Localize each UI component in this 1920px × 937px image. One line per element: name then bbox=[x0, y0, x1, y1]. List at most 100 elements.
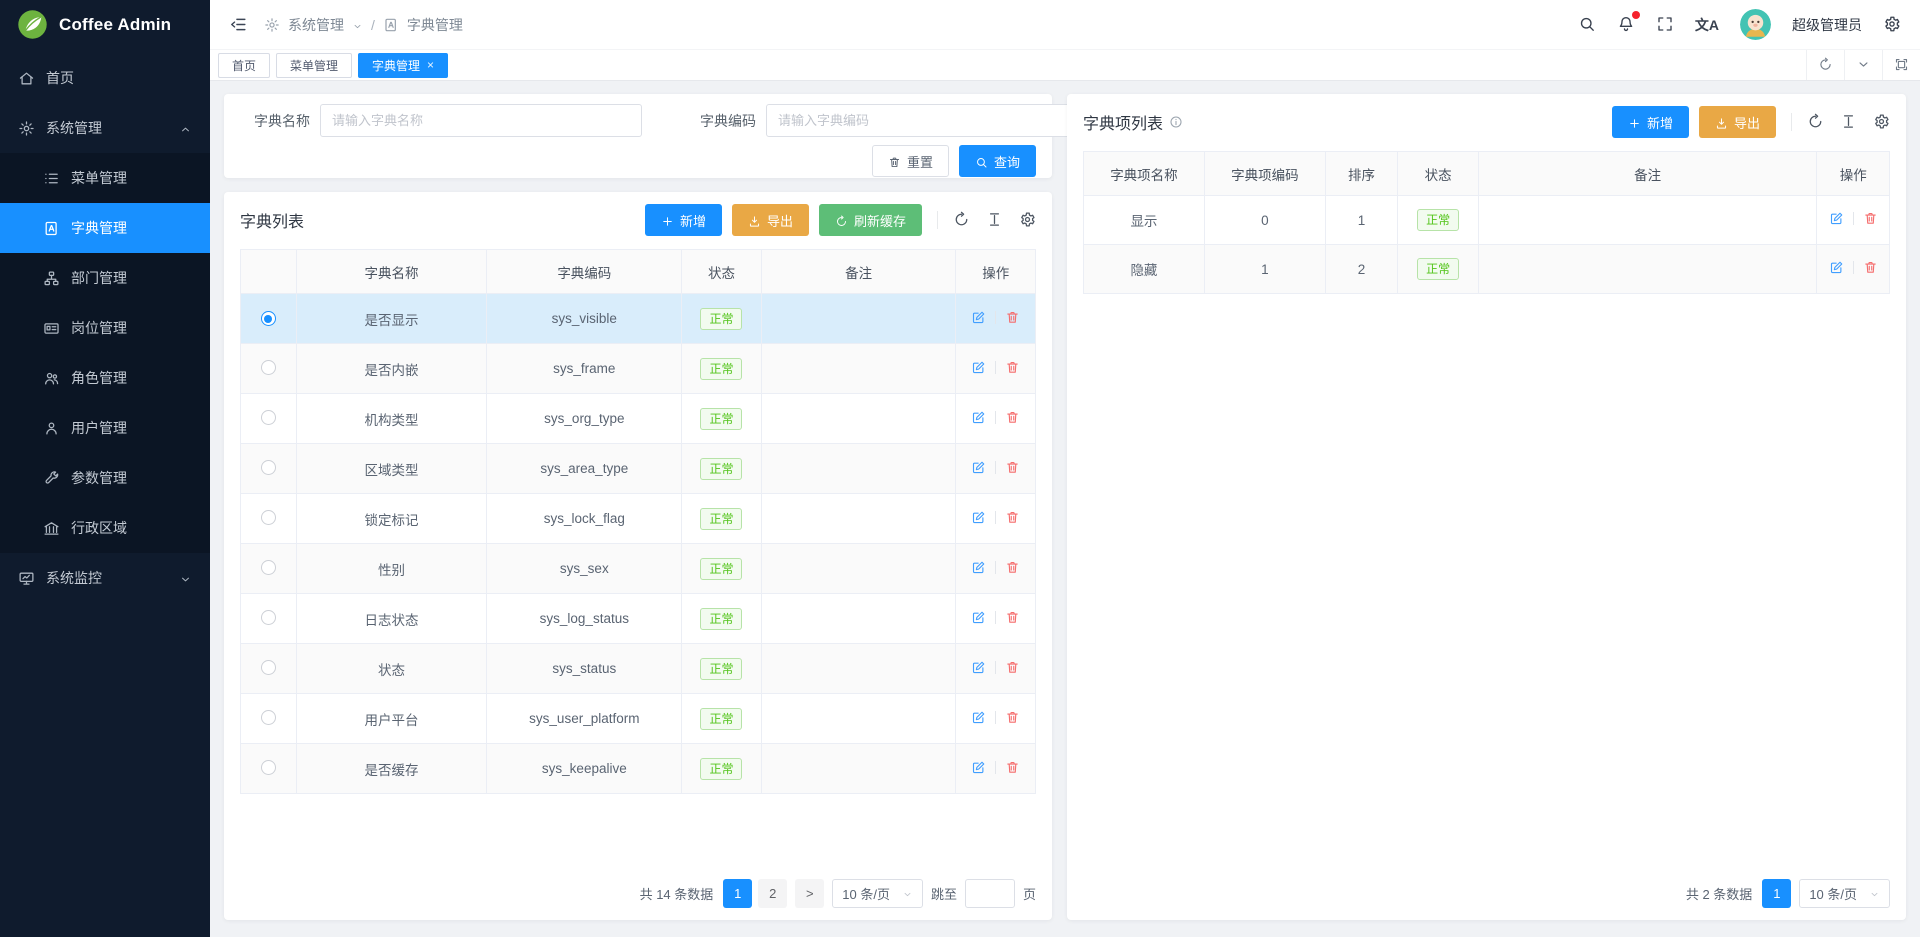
sidebar-subitem-1-5[interactable]: 用户管理 bbox=[0, 403, 210, 453]
edit-icon[interactable] bbox=[971, 460, 986, 475]
refresh-icon[interactable] bbox=[1806, 50, 1844, 80]
export-item-button[interactable]: 导出 bbox=[1699, 106, 1776, 138]
export-button[interactable]: 导出 bbox=[732, 204, 809, 236]
trash-icon[interactable] bbox=[1005, 310, 1020, 325]
page-button-1[interactable]: 1 bbox=[723, 879, 752, 908]
settings-icon[interactable] bbox=[1883, 15, 1901, 33]
tab-dict-manage[interactable]: 字典管理 × bbox=[358, 53, 448, 78]
trash-icon[interactable] bbox=[1005, 460, 1020, 475]
next-page-button[interactable]: > bbox=[795, 879, 824, 908]
app-logo[interactable]: Coffee Admin bbox=[0, 0, 210, 49]
sidebar-subitem-1-7[interactable]: 行政区域 bbox=[0, 503, 210, 553]
edit-icon[interactable] bbox=[971, 760, 986, 775]
add-item-button[interactable]: 新增 bbox=[1612, 106, 1689, 138]
chevron-down-icon[interactable] bbox=[352, 16, 363, 33]
dict-table-row[interactable]: 区域类型sys_area_type正常 bbox=[241, 444, 1036, 494]
dict-name-input[interactable] bbox=[320, 104, 642, 137]
row-select-radio[interactable] bbox=[261, 610, 276, 625]
row-select-radio[interactable] bbox=[261, 660, 276, 675]
dict-table-row[interactable]: 状态sys_status正常 bbox=[241, 644, 1036, 694]
trash-icon[interactable] bbox=[1005, 760, 1020, 775]
dict-table-row[interactable]: 机构类型sys_org_type正常 bbox=[241, 394, 1036, 444]
trash-icon[interactable] bbox=[1005, 660, 1020, 675]
row-select-radio[interactable] bbox=[261, 760, 276, 775]
row-select-radio[interactable] bbox=[261, 510, 276, 525]
row-select-radio[interactable] bbox=[261, 710, 276, 725]
sidebar-subitem-1-6[interactable]: 参数管理 bbox=[0, 453, 210, 503]
maximize-icon[interactable] bbox=[1882, 50, 1920, 80]
trash-icon[interactable] bbox=[1005, 710, 1020, 725]
settings-icon[interactable] bbox=[1019, 211, 1036, 229]
dict-table-row[interactable]: 是否缓存sys_keepalive正常 bbox=[241, 744, 1036, 794]
dict-table-row[interactable]: 日志状态sys_log_status正常 bbox=[241, 594, 1036, 644]
tab-menu-manage[interactable]: 菜单管理 bbox=[276, 53, 352, 78]
username[interactable]: 超级管理员 bbox=[1792, 15, 1862, 35]
page-button-2[interactable]: 2 bbox=[758, 879, 787, 908]
fullscreen-icon[interactable] bbox=[1656, 15, 1674, 33]
column-height-icon[interactable] bbox=[1840, 113, 1857, 131]
add-button[interactable]: 新增 bbox=[645, 204, 722, 236]
edit-icon[interactable] bbox=[1829, 260, 1844, 275]
sidebar-subitem-1-4[interactable]: 角色管理 bbox=[0, 353, 210, 403]
edit-icon[interactable] bbox=[971, 310, 986, 325]
sidebar-collapse-icon[interactable] bbox=[229, 15, 248, 34]
sidebar-subitem-1-1[interactable]: 字典管理 bbox=[0, 203, 210, 253]
reset-button[interactable]: 重置 bbox=[872, 145, 949, 177]
dict-table-row[interactable]: 是否显示sys_visible正常 bbox=[241, 294, 1036, 344]
close-icon[interactable]: × bbox=[427, 59, 434, 71]
chevron-down-icon[interactable] bbox=[1844, 50, 1882, 80]
bell-icon[interactable] bbox=[1617, 15, 1635, 33]
trash-icon[interactable] bbox=[1863, 260, 1878, 275]
page-size-select[interactable]: 10 条/页 bbox=[1799, 879, 1890, 908]
info-icon[interactable] bbox=[1169, 113, 1183, 131]
row-select-radio[interactable] bbox=[261, 360, 276, 375]
trash-icon[interactable] bbox=[1005, 510, 1020, 525]
trash-icon[interactable] bbox=[1005, 560, 1020, 575]
query-button[interactable]: 查询 bbox=[959, 145, 1036, 177]
item-table-row[interactable]: 显示01正常 bbox=[1084, 196, 1890, 245]
sidebar-item-2[interactable]: 系统监控 bbox=[0, 553, 210, 603]
row-select-radio[interactable] bbox=[261, 560, 276, 575]
edit-icon[interactable] bbox=[971, 560, 986, 575]
item-table-row[interactable]: 隐藏12正常 bbox=[1084, 245, 1890, 294]
trash-icon[interactable] bbox=[1005, 410, 1020, 425]
row-select-radio[interactable] bbox=[261, 410, 276, 425]
row-select-radio[interactable] bbox=[261, 460, 276, 475]
page-button-1[interactable]: 1 bbox=[1762, 879, 1791, 908]
sidebar-subitem-1-2[interactable]: 部门管理 bbox=[0, 253, 210, 303]
sidebar-item-1[interactable]: 系统管理 bbox=[0, 103, 210, 153]
dict-table-row[interactable]: 性别sys_sex正常 bbox=[241, 544, 1036, 594]
edit-icon[interactable] bbox=[971, 710, 986, 725]
edit-icon[interactable] bbox=[971, 410, 986, 425]
edit-icon[interactable] bbox=[971, 660, 986, 675]
edit-icon[interactable] bbox=[971, 360, 986, 375]
breadcrumb-parent[interactable]: 系统管理 bbox=[288, 15, 344, 35]
refresh-icon[interactable] bbox=[953, 211, 970, 229]
jump-page-input[interactable] bbox=[965, 879, 1015, 908]
translate-icon[interactable]: 文A bbox=[1695, 15, 1719, 35]
status-badge: 正常 bbox=[700, 758, 742, 780]
trash-icon[interactable] bbox=[1863, 211, 1878, 226]
tab-home[interactable]: 首页 bbox=[218, 53, 270, 78]
sidebar-subitem-1-0[interactable]: 菜单管理 bbox=[0, 153, 210, 203]
page-size-select[interactable]: 10 条/页 bbox=[832, 879, 923, 908]
row-select-radio[interactable] bbox=[261, 311, 276, 326]
sidebar-item-0[interactable]: 首页 bbox=[0, 53, 210, 103]
refresh-cache-button[interactable]: 刷新缓存 bbox=[819, 204, 922, 236]
sidebar-subitem-1-3[interactable]: 岗位管理 bbox=[0, 303, 210, 353]
settings-icon[interactable] bbox=[1873, 113, 1890, 131]
dict-code-input[interactable] bbox=[766, 104, 1088, 137]
trash-icon[interactable] bbox=[1005, 360, 1020, 375]
edit-icon[interactable] bbox=[971, 610, 986, 625]
chevron-down-icon bbox=[179, 570, 192, 586]
trash-icon[interactable] bbox=[1005, 610, 1020, 625]
edit-icon[interactable] bbox=[1829, 211, 1844, 226]
refresh-icon[interactable] bbox=[1807, 113, 1824, 131]
search-icon[interactable] bbox=[1578, 15, 1596, 33]
dict-table-row[interactable]: 用户平台sys_user_platform正常 bbox=[241, 694, 1036, 744]
avatar[interactable] bbox=[1740, 9, 1771, 40]
dict-table-row[interactable]: 锁定标记sys_lock_flag正常 bbox=[241, 494, 1036, 544]
edit-icon[interactable] bbox=[971, 510, 986, 525]
dict-table-row[interactable]: 是否内嵌sys_frame正常 bbox=[241, 344, 1036, 394]
column-height-icon[interactable] bbox=[986, 211, 1003, 229]
